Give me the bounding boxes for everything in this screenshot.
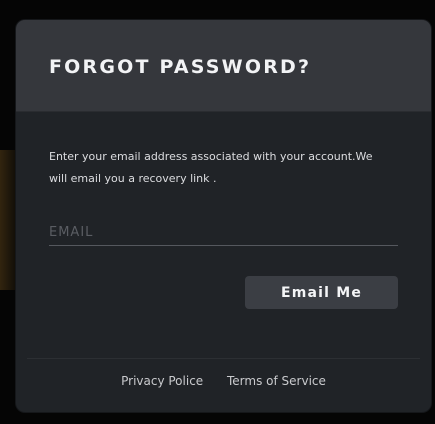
footer-links: Privacy Police Terms of Service [16, 374, 431, 388]
instructions-text: Enter your email address associated with… [49, 150, 373, 185]
footer-divider [27, 358, 420, 359]
modal-title: FORGOT PASSWORD? [49, 56, 312, 78]
email-field[interactable] [49, 220, 398, 246]
terms-of-service-link[interactable]: Terms of Service [227, 374, 326, 388]
modal-header: FORGOT PASSWORD? [16, 20, 431, 112]
privacy-policy-link[interactable]: Privacy Police [121, 374, 203, 388]
email-me-button[interactable]: Email Me [245, 276, 398, 309]
forgot-password-modal: FORGOT PASSWORD? Enter your email addres… [16, 20, 431, 412]
